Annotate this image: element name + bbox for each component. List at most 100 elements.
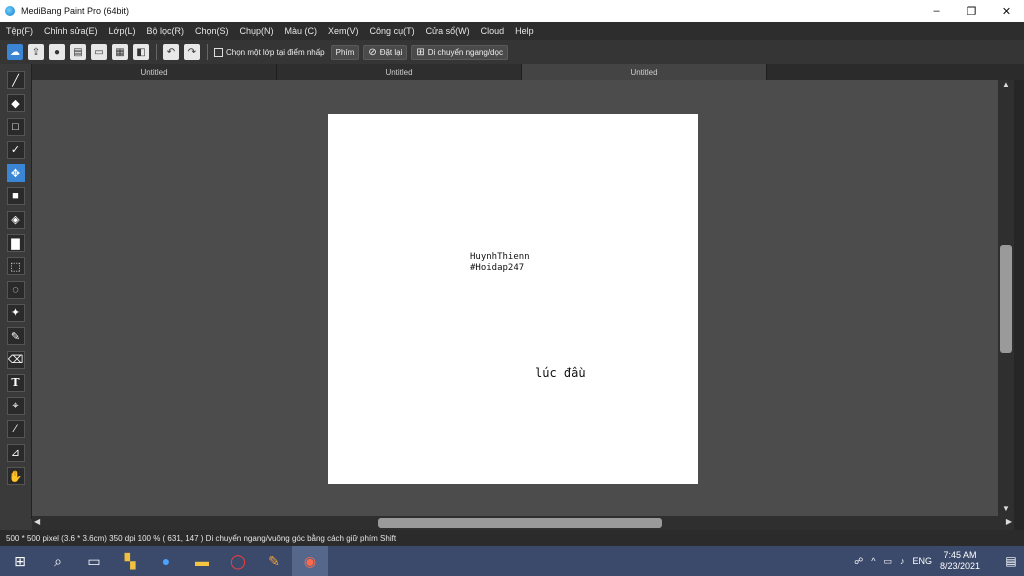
scroll-up-icon[interactable]: ▲ [998, 80, 1014, 92]
right-edge [1014, 80, 1024, 530]
tool-panel: ╱ ◆ □ ✓ ✥ ■ ◈ ▇ ⬚ ◌ ✦ ✎ ⌫ T ⌖ ⁄ ⊿ ✋ [0, 64, 32, 519]
cloud-icon[interactable]: ☁ [7, 44, 23, 60]
toolbar-divider [156, 44, 157, 60]
language-indicator[interactable]: ENG [912, 556, 932, 566]
menu-layer[interactable]: Lớp(L) [109, 26, 136, 36]
menu-snap[interactable]: Chụp(N) [240, 26, 274, 36]
panel-icon[interactable]: ◧ [133, 44, 149, 60]
clock-time: 7:45 AM [943, 550, 977, 560]
task-view-icon[interactable]: ▭ [76, 546, 112, 576]
move-mode-button[interactable]: ⊞ Di chuyển ngang/dọc [411, 44, 508, 60]
page-icon[interactable]: ▭ [91, 44, 107, 60]
menu-filter[interactable]: Bộ lọc(R) [146, 26, 184, 36]
tab-untitled-3[interactable]: Untitled [522, 64, 767, 80]
bucket-icon[interactable]: ◈ [6, 210, 25, 229]
zalo-icon[interactable]: ● [148, 546, 184, 576]
menu-cloud[interactable]: Cloud [481, 26, 505, 36]
note-icon[interactable]: ▤ [70, 44, 86, 60]
text-icon[interactable]: T [6, 373, 25, 392]
drawing-canvas[interactable]: HuynhThienn #Hoidap247 lúc đầu [328, 114, 698, 484]
hand-icon[interactable]: ✋ [6, 467, 25, 486]
canvas-text-tag: #Hoidap247 [470, 263, 525, 273]
menu-bar: Tệp(F) Chỉnh sửa(E) Lớp(L) Bộ lọc(R) Chọ… [0, 22, 1024, 40]
minimize-button[interactable]: – [919, 0, 954, 22]
eyedropper-icon[interactable]: ⊿ [6, 443, 25, 462]
lasso-icon[interactable]: ◌ [6, 280, 25, 299]
magic-wand-icon[interactable]: ✦ [6, 303, 25, 322]
select-icon[interactable]: ⬚ [6, 257, 25, 276]
select-pen-icon[interactable]: ✎ [6, 327, 25, 346]
comment-icon[interactable]: ● [49, 44, 65, 60]
menu-view[interactable]: Xem(V) [328, 26, 359, 36]
canvas-text-name: HuynhThienn [470, 252, 530, 262]
toolbar: ☁ ⇪ ● ▤ ▭ ▦ ◧ ↶ ↷ Chọn một lớp tại điểm … [0, 40, 1024, 64]
clock[interactable]: 7:45 AM 8/23/2021 [940, 550, 988, 572]
rect-icon[interactable]: □ [6, 117, 25, 136]
status-text: 500 * 500 pixel (3.6 * 3.6cm) 350 dpi 10… [6, 533, 397, 543]
eraser-icon[interactable]: ◆ [6, 94, 25, 113]
key-label: Phím [330, 44, 360, 60]
move-mode-icon: ⊞ [416, 46, 425, 58]
scroll-left-icon[interactable]: ◀ [34, 517, 40, 526]
select-eraser-icon[interactable]: ⌫ [6, 350, 25, 369]
volume-icon[interactable]: ♪ [900, 556, 905, 566]
menu-window[interactable]: Cửa sổ(W) [426, 26, 470, 36]
select-layer-checkbox[interactable]: Chọn một lớp tại điểm nhấp [214, 47, 325, 57]
select-layer-label: Chọn một lớp tại điểm nhấp [226, 47, 325, 57]
tray-chevron-icon[interactable]: ^ [871, 556, 875, 566]
file-explorer-icon[interactable]: ▬ [184, 546, 220, 576]
people-icon[interactable]: ☍ [854, 556, 863, 567]
line-icon[interactable]: ✓ [6, 140, 25, 159]
menu-select[interactable]: Chọn(S) [195, 26, 229, 36]
menu-color[interactable]: Màu (C) [285, 26, 318, 36]
window-controls: – ❐ ✕ [919, 0, 1024, 22]
menu-edit[interactable]: Chỉnh sửa(E) [44, 26, 98, 36]
search-icon[interactable]: ⌕ [40, 546, 76, 576]
workspace[interactable]: HuynhThienn #Hoidap247 lúc đầu [32, 80, 998, 516]
network-app-icon[interactable]: ▚ [112, 546, 148, 576]
tab-untitled-1[interactable]: Untitled [32, 64, 277, 80]
scroll-down-icon[interactable]: ▼ [998, 504, 1014, 516]
canvas-text-caption: lúc đầu [535, 366, 586, 380]
toolbar-divider [207, 44, 208, 60]
start-icon[interactable]: ⊞ [0, 546, 40, 576]
paint-icon[interactable]: ✎ [256, 546, 292, 576]
opera-icon[interactable]: ◯ [220, 546, 256, 576]
menu-tools[interactable]: Công cụ(T) [370, 26, 415, 36]
vertical-scrollbar[interactable]: ▲ ▼ [998, 80, 1014, 516]
reset-button[interactable]: ⊘ Đặt lại [363, 44, 408, 60]
window-title: MediBang Paint Pro (64bit) [21, 6, 130, 16]
fill-rect-icon[interactable]: ■ [6, 187, 25, 206]
move-icon[interactable]: ✥ [6, 164, 25, 183]
title-bar: MediBang Paint Pro (64bit) – ❐ ✕ [0, 0, 1024, 22]
menu-help[interactable]: Help [515, 26, 534, 36]
checkbox-box[interactable] [214, 47, 223, 57]
reset-icon: ⊘ [368, 46, 377, 58]
menu-file[interactable]: Tệp(F) [6, 26, 33, 36]
redo-icon[interactable]: ↷ [184, 44, 200, 60]
tab-untitled-2[interactable]: Untitled [277, 64, 522, 80]
canvas-text-block: HuynhThienn #Hoidap247 [470, 252, 530, 274]
taskbar: ⊞ ⌕ ▭ ▚ ● ▬ ◯ ✎ ◉ ☍ ^ ▭ ♪ ENG 7:45 AM 8/… [0, 546, 1024, 576]
status-bar: 500 * 500 pixel (3.6 * 3.6cm) 350 dpi 10… [0, 530, 1024, 546]
gradient-icon[interactable]: ▇ [6, 234, 25, 253]
layout-icon[interactable]: ▦ [112, 44, 128, 60]
operation-icon[interactable]: ⌖ [6, 397, 25, 416]
brush-icon[interactable]: ╱ [6, 71, 25, 89]
scroll-right-icon[interactable]: ▶ [1006, 517, 1012, 526]
undo-icon[interactable]: ↶ [163, 44, 179, 60]
divide-icon[interactable]: ⁄ [6, 420, 25, 439]
clock-date: 8/23/2021 [939, 561, 980, 571]
document-tabs: Untitled Untitled Untitled [32, 64, 767, 80]
maximize-button[interactable]: ❐ [954, 0, 989, 22]
horizontal-scrollbar[interactable]: ◀ ▶ [32, 516, 1014, 530]
network-icon[interactable]: ▭ [883, 556, 892, 567]
panel-corner [0, 519, 32, 530]
horizontal-scroll-thumb[interactable] [378, 518, 662, 528]
tab-strip-background [767, 64, 1024, 80]
vertical-scroll-thumb[interactable] [1000, 245, 1012, 353]
close-button[interactable]: ✕ [989, 0, 1024, 22]
upload-icon[interactable]: ⇪ [28, 44, 44, 60]
medibang-icon[interactable]: ◉ [292, 546, 328, 576]
notification-icon[interactable]: ▤ [998, 546, 1024, 576]
